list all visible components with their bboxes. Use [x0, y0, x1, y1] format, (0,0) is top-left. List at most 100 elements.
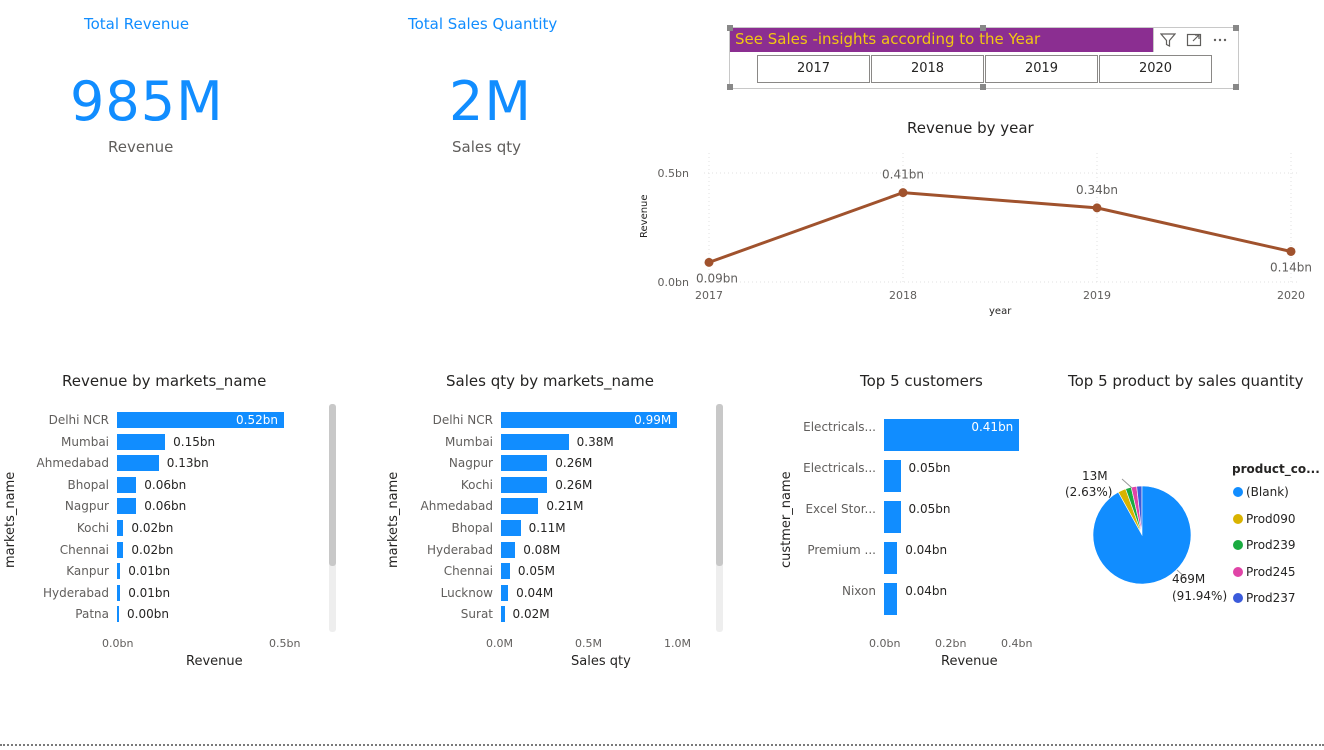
pie-legend-marker	[1233, 513, 1243, 524]
revenue-by-market-category-label: Kochi	[76, 521, 109, 535]
slicer-option-2019[interactable]: 2019	[985, 55, 1098, 83]
sales-qty-by-market-data-label: 0.38M	[576, 434, 614, 449]
revenue-by-market-data-label: 0.02bn	[131, 542, 174, 557]
revenue-by-market-category-label: Bhopal	[67, 477, 109, 492]
revenue-series-line	[708, 191, 1292, 264]
revenue-by-market-bar	[117, 433, 166, 450]
resize-handle[interactable]	[980, 25, 986, 31]
total-sales-qty-title: Total Sales Quantity	[408, 15, 558, 33]
top5-customers-bar	[884, 542, 898, 574]
revenue-by-market-y-axis-title: markets_name	[3, 471, 18, 568]
total-sales-qty-label: Sales qty	[452, 138, 521, 156]
resize-handle[interactable]	[980, 84, 986, 90]
revenue-by-market-title: Revenue by markets_name	[62, 372, 267, 390]
revenue-by-market-category-label: Delhi NCR	[48, 413, 109, 427]
sales-qty-by-market-category-label: Ahmedabad	[420, 499, 493, 514]
focus-mode-icon[interactable]	[1184, 30, 1204, 50]
top5-customers-title: Top 5 customers	[860, 372, 983, 390]
sales-qty-by-market-x-tick: 0.0M	[486, 637, 513, 650]
sales-qty-by-market-x-tick: 1.0M	[664, 637, 691, 650]
top5-customers-data-label: 0.04bn	[905, 543, 948, 557]
y-tick-label: 0.5bn	[658, 167, 689, 180]
slicer-option-2020[interactable]: 2020	[1099, 55, 1212, 83]
top5-customers-data-label: 0.04bn	[905, 584, 948, 598]
revenue-by-market-bar	[117, 606, 119, 623]
revenue-point	[704, 257, 714, 267]
pie-data-label: (91.94%)	[1172, 589, 1228, 603]
year-slicer[interactable]: See Sales -insights according to the Yea…	[729, 27, 1239, 89]
slicer-header: See Sales -insights according to the Yea…	[730, 28, 1238, 52]
pie-legend-marker	[1233, 540, 1243, 550]
revenue-point	[1092, 203, 1102, 213]
total-revenue-title: Total Revenue	[84, 15, 190, 33]
sales-qty-by-market-data-label: 0.05M	[517, 564, 555, 579]
revenue-by-market-category-label: Chennai	[59, 542, 109, 557]
sales-qty-by-market-data-label: 0.26M	[555, 456, 593, 471]
revenue-by-year-title: Revenue by year	[907, 119, 1034, 137]
revenue-by-market-category-label: Kanpur	[66, 564, 109, 579]
revenue-by-market-bar	[117, 476, 137, 493]
sales-qty-by-market-category-label: Surat	[460, 607, 493, 622]
resize-handle[interactable]	[1233, 25, 1239, 31]
pie-legend-marker	[1233, 593, 1243, 603]
x-tick-label: 2017	[695, 289, 723, 302]
total-revenue-label: Revenue	[108, 138, 174, 156]
pie-data-label: 469M	[1172, 572, 1206, 586]
sales-qty-by-market-bar	[501, 476, 548, 493]
resize-handle[interactable]	[727, 25, 733, 31]
revenue-data-label: 0.09bn	[696, 271, 738, 285]
sales-qty-by-market-scroll-thumb[interactable]	[716, 404, 723, 566]
sales-qty-by-market-data-label: 0.99M	[634, 413, 672, 427]
revenue-by-market-data-label: 0.01bn	[128, 564, 171, 579]
slicer-option-2017[interactable]: 2017	[757, 55, 870, 83]
revenue-by-market-x-tick: 0.5bn	[269, 637, 301, 650]
sales-qty-by-market-bar	[501, 455, 548, 472]
filter-icon[interactable]	[1158, 30, 1178, 50]
sales-qty-by-market-data-label: 0.08M	[523, 542, 561, 557]
pie-legend-marker	[1233, 487, 1243, 497]
pie-legend-title: product_co...	[1232, 462, 1320, 476]
sales-qty-by-market-category-label: Hyderabad	[427, 542, 493, 557]
sales-qty-by-market-data-label: 0.21M	[546, 499, 584, 514]
top5-customers-category-label: Nixon	[842, 584, 876, 598]
total-sales-qty-value: 2M	[449, 70, 532, 133]
pie-legend-marker	[1233, 566, 1243, 577]
slicer-title: See Sales -insights according to the Yea…	[735, 30, 1041, 48]
revenue-data-label: 0.34bn	[1076, 183, 1118, 197]
revenue-by-market-scroll-thumb[interactable]	[329, 404, 336, 566]
top5-customers-data-label: 0.05bn	[908, 461, 951, 475]
sales-qty-by-market-bar	[501, 433, 569, 450]
y-tick-label: 0.0bn	[658, 276, 689, 289]
sales-qty-by-market-category-label: Delhi NCR	[432, 413, 493, 427]
pie-legend-item: Prod090	[1246, 511, 1296, 526]
sales-qty-by-market-bar	[501, 606, 505, 623]
top5-customers-category-label: Premium ...	[807, 543, 876, 557]
revenue-by-market-bar	[117, 541, 124, 558]
resize-handle[interactable]	[1233, 84, 1239, 90]
revenue-point	[1286, 246, 1296, 256]
pie-legend-item: (Blank)	[1246, 485, 1289, 499]
pie-legend-item: Prod239	[1246, 538, 1296, 552]
revenue-by-year-x-axis-title: year	[989, 306, 1012, 317]
x-tick-label: 2018	[889, 289, 917, 302]
x-tick-label: 2020	[1277, 289, 1305, 302]
slicer-option-2018[interactable]: 2018	[871, 55, 984, 83]
slicer-toolbar	[1153, 28, 1238, 52]
sales-qty-by-market-y-axis-title: markets_name	[386, 471, 401, 568]
top5-customers-data-label: 0.41bn	[971, 420, 1014, 434]
top5-customers-x-axis-title: Revenue	[941, 654, 998, 669]
revenue-by-market-bar	[117, 455, 159, 472]
revenue-data-label: 0.14bn	[1270, 260, 1312, 274]
revenue-by-market-data-label: 0.01bn	[128, 585, 171, 600]
total-revenue-value: 985M	[70, 70, 224, 133]
sales-qty-by-market-bar	[501, 541, 516, 558]
pie-leader-line	[1121, 478, 1133, 489]
revenue-data-label: 0.41bn	[882, 168, 924, 182]
resize-handle[interactable]	[727, 84, 733, 90]
top5-customers-bar	[884, 460, 901, 492]
sales-qty-by-market-bar	[501, 584, 509, 601]
pie-data-label: (2.63%)	[1065, 485, 1113, 499]
revenue-by-market-data-label: 0.06bn	[144, 477, 187, 492]
revenue-by-year-chart: 0.0bn 0.5bn 2017 2018 2019 2020 0.09bn 0.41bn 0.…	[658, 153, 1312, 302]
more-options-icon[interactable]	[1210, 30, 1230, 50]
